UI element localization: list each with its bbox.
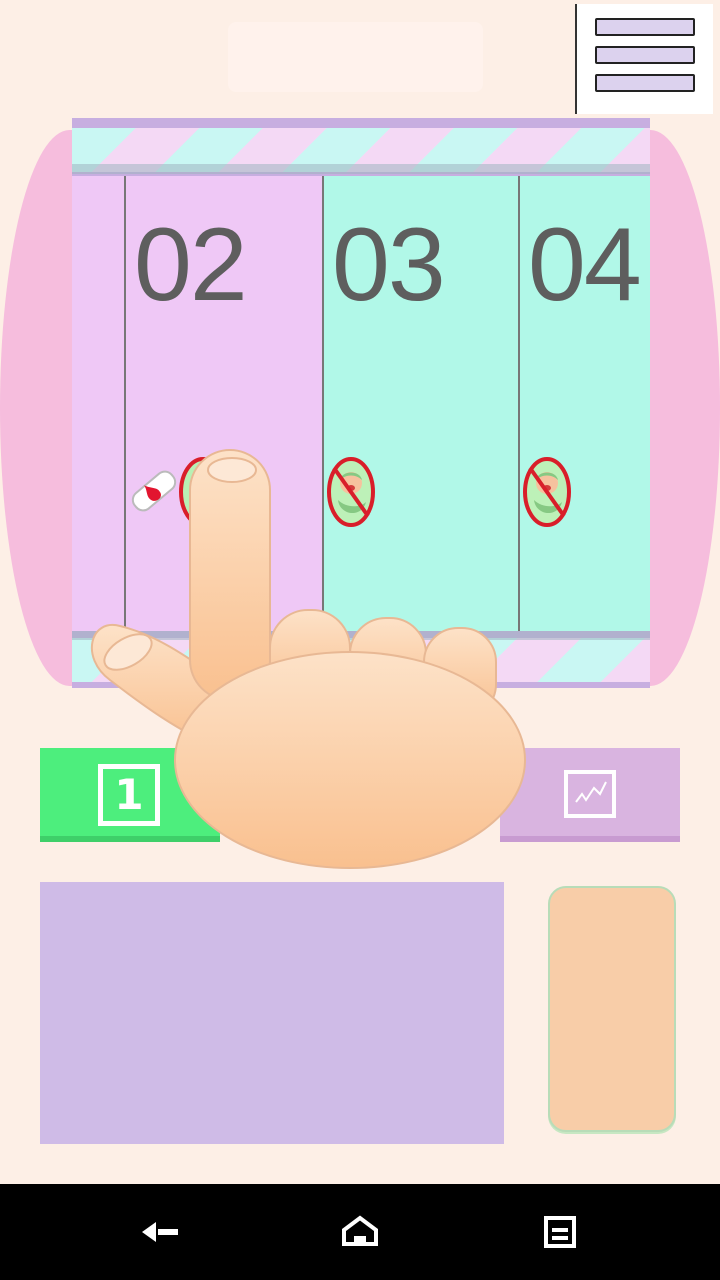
info-panel [40,882,504,1144]
tutorial-hand-icon [91,449,526,869]
back-icon[interactable] [130,1204,190,1260]
hamburger-menu-icon [595,18,695,36]
machine-top-edge [72,164,650,174]
title-area [228,22,483,92]
recents-icon[interactable] [530,1204,590,1260]
menu-bar-2 [595,46,695,64]
reel-number: 03 [332,207,446,323]
system-nav-bar [0,1184,720,1280]
chart-icon [564,770,616,818]
reel-number: 04 [528,207,642,323]
reel-number: 02 [134,207,248,323]
action-pad[interactable] [548,886,676,1132]
menu-bar-3 [595,74,695,92]
home-icon[interactable] [330,1204,390,1260]
menu-button[interactable] [575,4,713,114]
